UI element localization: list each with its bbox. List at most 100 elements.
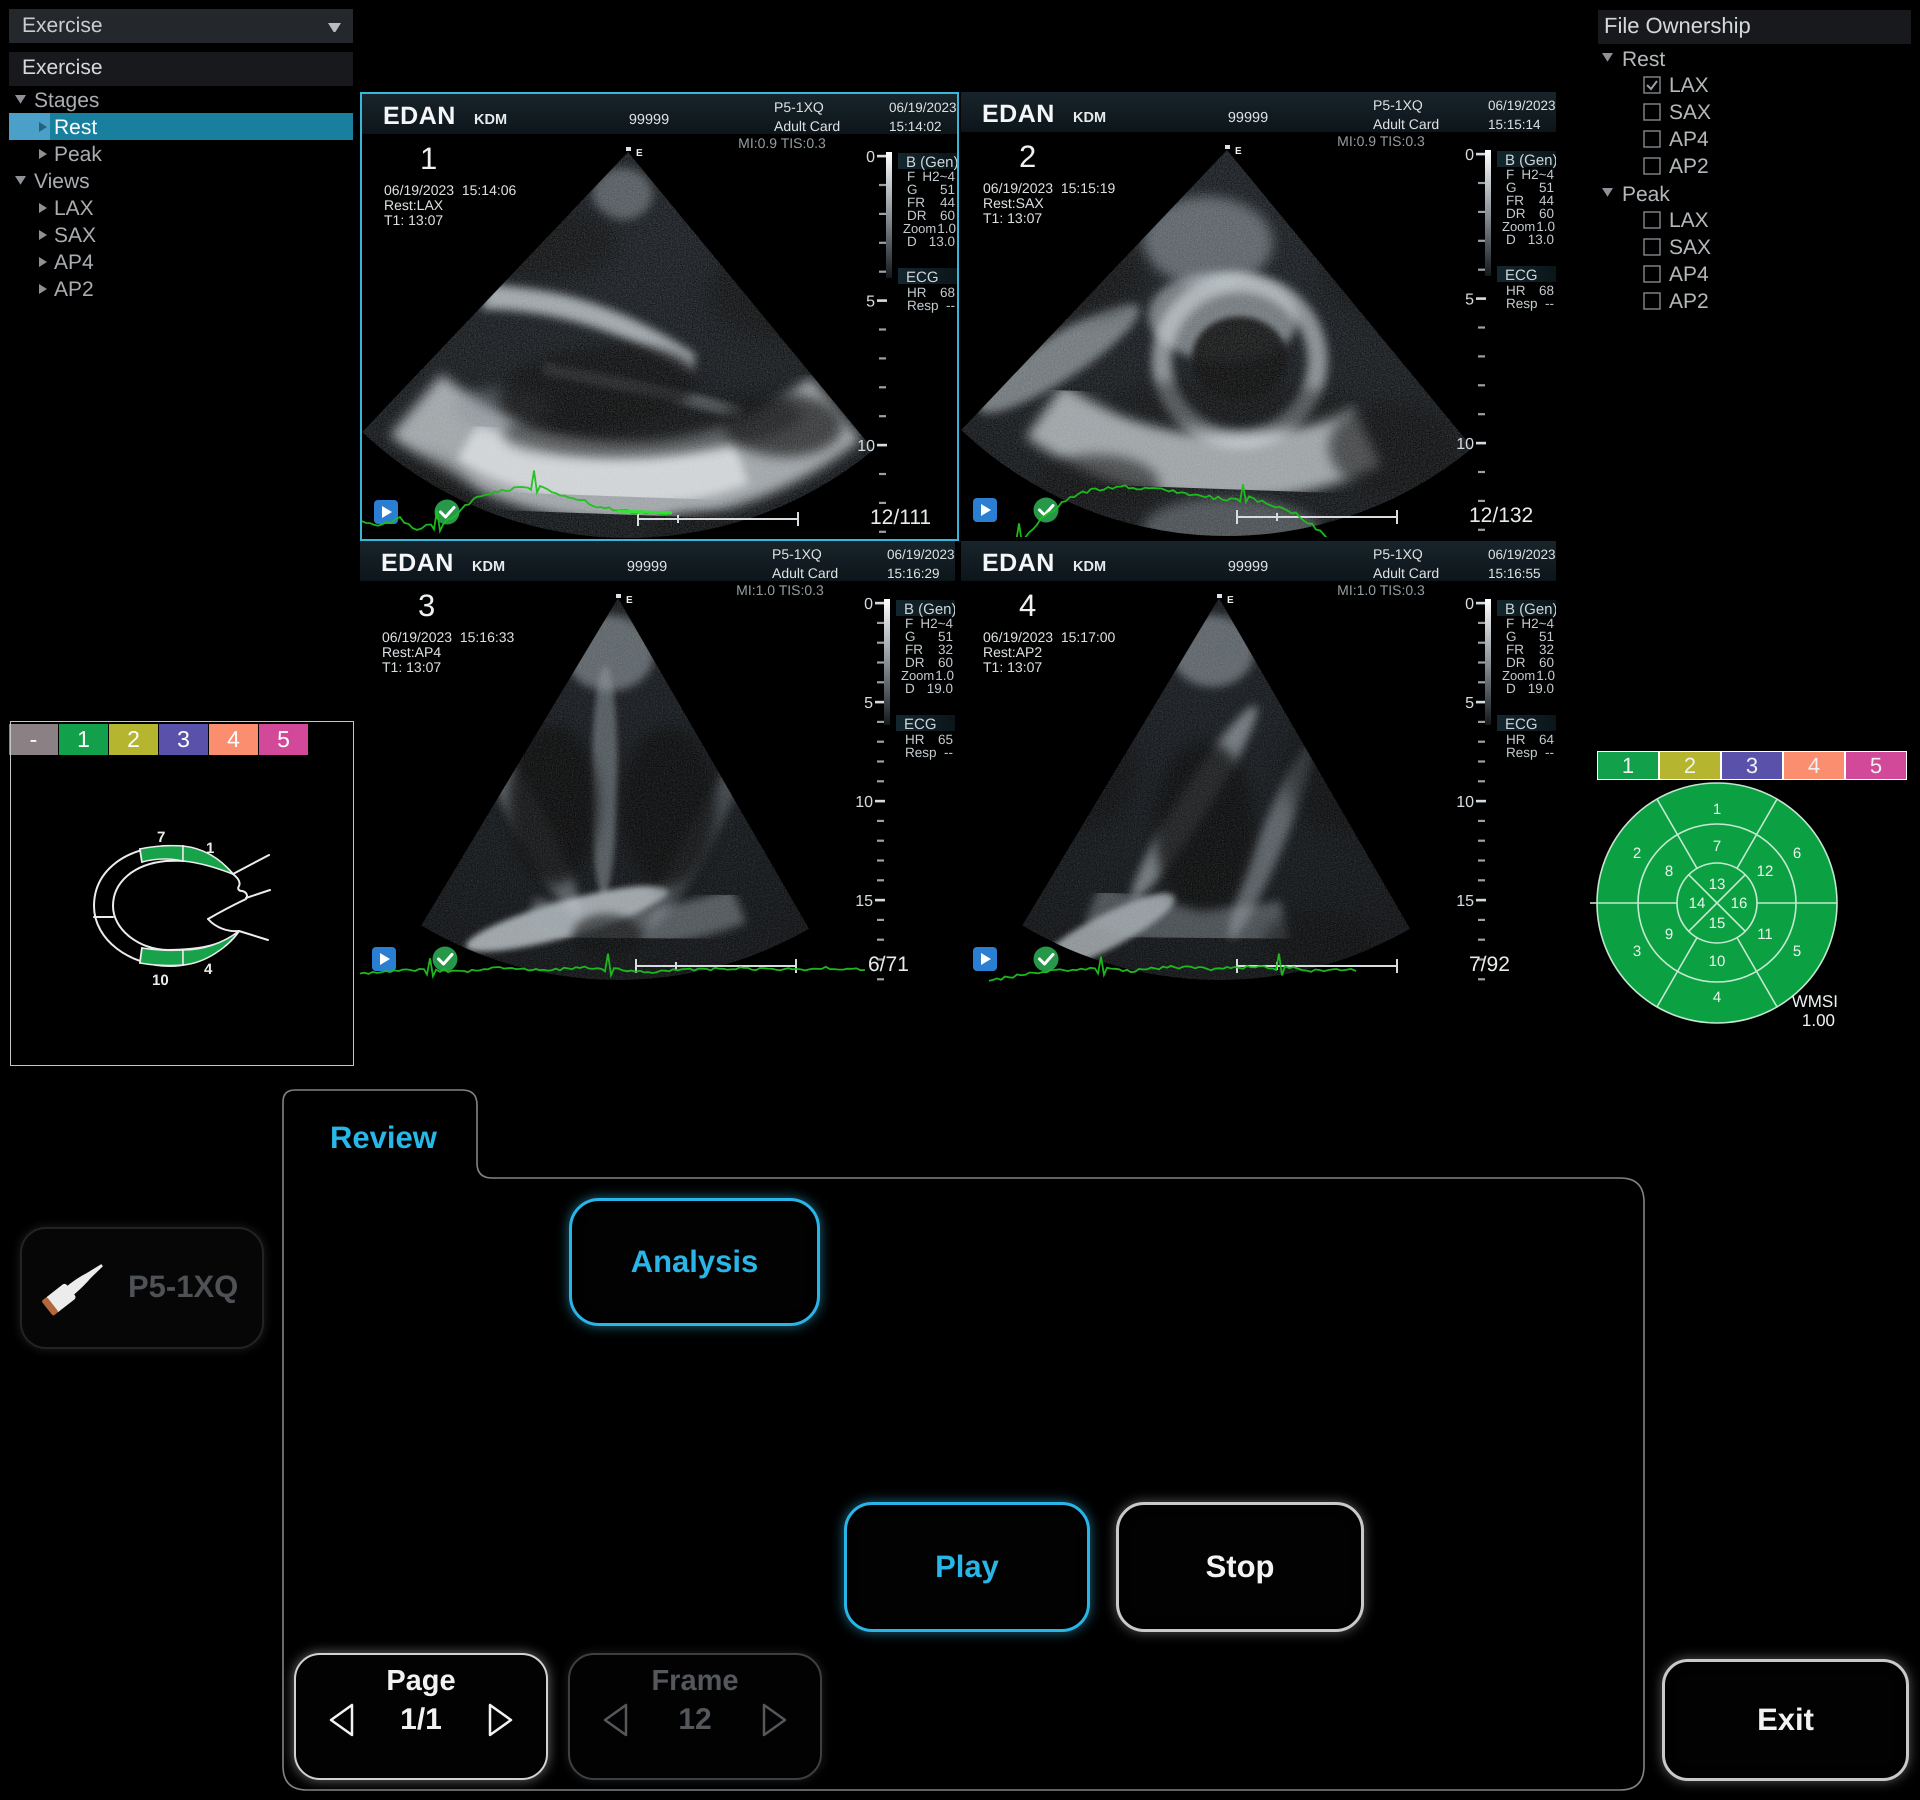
svg-text:AP4: AP4: [1669, 128, 1709, 151]
svg-text:T1: 13:07: T1: 13:07: [384, 212, 443, 228]
svg-text:KDM: KDM: [1073, 110, 1106, 126]
svg-text:MI:0.9 TIS:0.3: MI:0.9 TIS:0.3: [738, 135, 826, 151]
svg-text:Adult Card: Adult Card: [1373, 116, 1439, 132]
svg-text:15:14:02: 15:14:02: [889, 119, 942, 134]
svg-text:5: 5: [1793, 943, 1801, 960]
svg-text:0: 0: [866, 149, 875, 166]
svg-text:SAX: SAX: [1669, 236, 1711, 259]
svg-text:4: 4: [1019, 588, 1036, 623]
svg-text:15: 15: [1709, 915, 1726, 932]
svg-text:ECG: ECG: [906, 269, 939, 286]
svg-text:E: E: [636, 148, 643, 159]
svg-text:19.0: 19.0: [1528, 681, 1554, 696]
svg-text:15:16:29: 15:16:29: [887, 566, 940, 581]
svg-text:ECG: ECG: [904, 716, 937, 733]
svg-text:E: E: [1235, 146, 1242, 157]
svg-text:0: 0: [864, 596, 873, 613]
svg-text:Rest:AP4: Rest:AP4: [382, 644, 441, 660]
svg-text:99999: 99999: [629, 112, 669, 128]
svg-text:WMSI: WMSI: [1792, 992, 1838, 1011]
svg-text:--: --: [944, 745, 953, 760]
svg-text:4: 4: [204, 961, 213, 978]
svg-text:1.00: 1.00: [1802, 1011, 1835, 1030]
svg-text:11: 11: [1757, 926, 1773, 943]
svg-text:7: 7: [1713, 838, 1721, 855]
svg-text:Rest:AP2: Rest:AP2: [983, 644, 1042, 660]
svg-text:99999: 99999: [1228, 110, 1268, 126]
svg-text:06/19/2023: 06/19/2023: [1488, 98, 1556, 113]
svg-text:06/19/2023 15:17:00: 06/19/2023 15:17:00: [983, 629, 1116, 645]
svg-text:4: 4: [1713, 989, 1721, 1006]
svg-text:10: 10: [1456, 436, 1474, 453]
svg-text:ECG: ECG: [1505, 267, 1538, 284]
svg-text:LAX: LAX: [1669, 74, 1709, 97]
svg-text:5: 5: [866, 294, 875, 311]
svg-text:99999: 99999: [627, 559, 667, 575]
svg-text:06/19/2023: 06/19/2023: [889, 100, 957, 115]
svg-text:EDAN: EDAN: [982, 549, 1055, 577]
svg-text:06/19/2023: 06/19/2023: [887, 547, 955, 562]
svg-text:13.0: 13.0: [929, 234, 955, 249]
svg-text:EDAN: EDAN: [381, 549, 454, 577]
svg-text:14: 14: [1689, 895, 1706, 912]
svg-text:D: D: [1506, 681, 1516, 696]
svg-text:1: 1: [1713, 801, 1721, 818]
svg-text:ECG: ECG: [1505, 716, 1538, 733]
svg-text:99999: 99999: [1228, 559, 1268, 575]
svg-text:--: --: [946, 298, 955, 313]
svg-text:AP2: AP2: [1669, 155, 1709, 178]
svg-text:2: 2: [1633, 845, 1641, 862]
svg-text:Adult Card: Adult Card: [772, 565, 838, 581]
svg-text:--: --: [1545, 296, 1554, 311]
svg-text:KDM: KDM: [472, 559, 505, 575]
svg-text:T1: 13:07: T1: 13:07: [382, 659, 441, 675]
svg-text:AP2: AP2: [1669, 290, 1709, 313]
svg-text:MI:1.0 TIS:0.3: MI:1.0 TIS:0.3: [736, 582, 824, 598]
svg-text:P5-1XQ: P5-1XQ: [772, 546, 822, 562]
svg-text:19.0: 19.0: [927, 681, 953, 696]
svg-text:5: 5: [1465, 292, 1474, 309]
svg-text:0: 0: [1465, 147, 1474, 164]
svg-text:06/19/2023: 06/19/2023: [1488, 547, 1556, 562]
svg-text:Rest: Rest: [1622, 48, 1665, 71]
svg-text:Rest: Rest: [54, 116, 97, 139]
svg-text:15:15:14: 15:15:14: [1488, 117, 1541, 132]
svg-text:10: 10: [1456, 794, 1474, 811]
svg-text:Rest:LAX: Rest:LAX: [384, 197, 444, 213]
svg-text:15:16:55: 15:16:55: [1488, 566, 1541, 581]
svg-text:2: 2: [1019, 139, 1036, 174]
svg-text:AP2: AP2: [54, 278, 94, 301]
svg-text:P5-1XQ: P5-1XQ: [1373, 546, 1423, 562]
svg-text:D: D: [905, 681, 915, 696]
svg-text:Resp: Resp: [1506, 296, 1538, 311]
svg-text:MI:1.0 TIS:0.3: MI:1.0 TIS:0.3: [1337, 582, 1425, 598]
svg-text:Peak: Peak: [54, 143, 102, 166]
svg-text:10: 10: [1709, 953, 1726, 970]
svg-text:1: 1: [206, 840, 214, 857]
svg-text:06/19/2023 15:14:06: 06/19/2023 15:14:06: [384, 182, 517, 198]
svg-text:MI:0.9 TIS:0.3: MI:0.9 TIS:0.3: [1337, 133, 1425, 149]
svg-text:P5-1XQ: P5-1XQ: [774, 99, 824, 115]
svg-text:EDAN: EDAN: [982, 100, 1055, 128]
svg-text:KDM: KDM: [474, 112, 507, 128]
svg-text:KDM: KDM: [1073, 559, 1106, 575]
svg-text:15: 15: [855, 893, 873, 910]
svg-text:SAX: SAX: [54, 224, 96, 247]
svg-text:EDAN: EDAN: [383, 102, 456, 130]
svg-text:10: 10: [152, 972, 169, 989]
svg-text:6: 6: [1793, 845, 1801, 862]
svg-text:Adult Card: Adult Card: [1373, 565, 1439, 581]
svg-text:13: 13: [1709, 876, 1726, 893]
svg-text:9: 9: [1665, 926, 1673, 943]
svg-text:D: D: [907, 234, 917, 249]
svg-text:7/92: 7/92: [1469, 953, 1510, 976]
svg-text:E: E: [626, 595, 633, 606]
svg-text:6/71: 6/71: [868, 953, 909, 976]
svg-text:8: 8: [1665, 863, 1673, 880]
svg-text:06/19/2023 15:16:33: 06/19/2023 15:16:33: [382, 629, 515, 645]
svg-text:LAX: LAX: [54, 197, 94, 220]
svg-text:Adult Card: Adult Card: [774, 118, 840, 134]
svg-text:AP4: AP4: [54, 251, 94, 274]
svg-text:3: 3: [1633, 943, 1641, 960]
svg-text:Rest:SAX: Rest:SAX: [983, 195, 1044, 211]
